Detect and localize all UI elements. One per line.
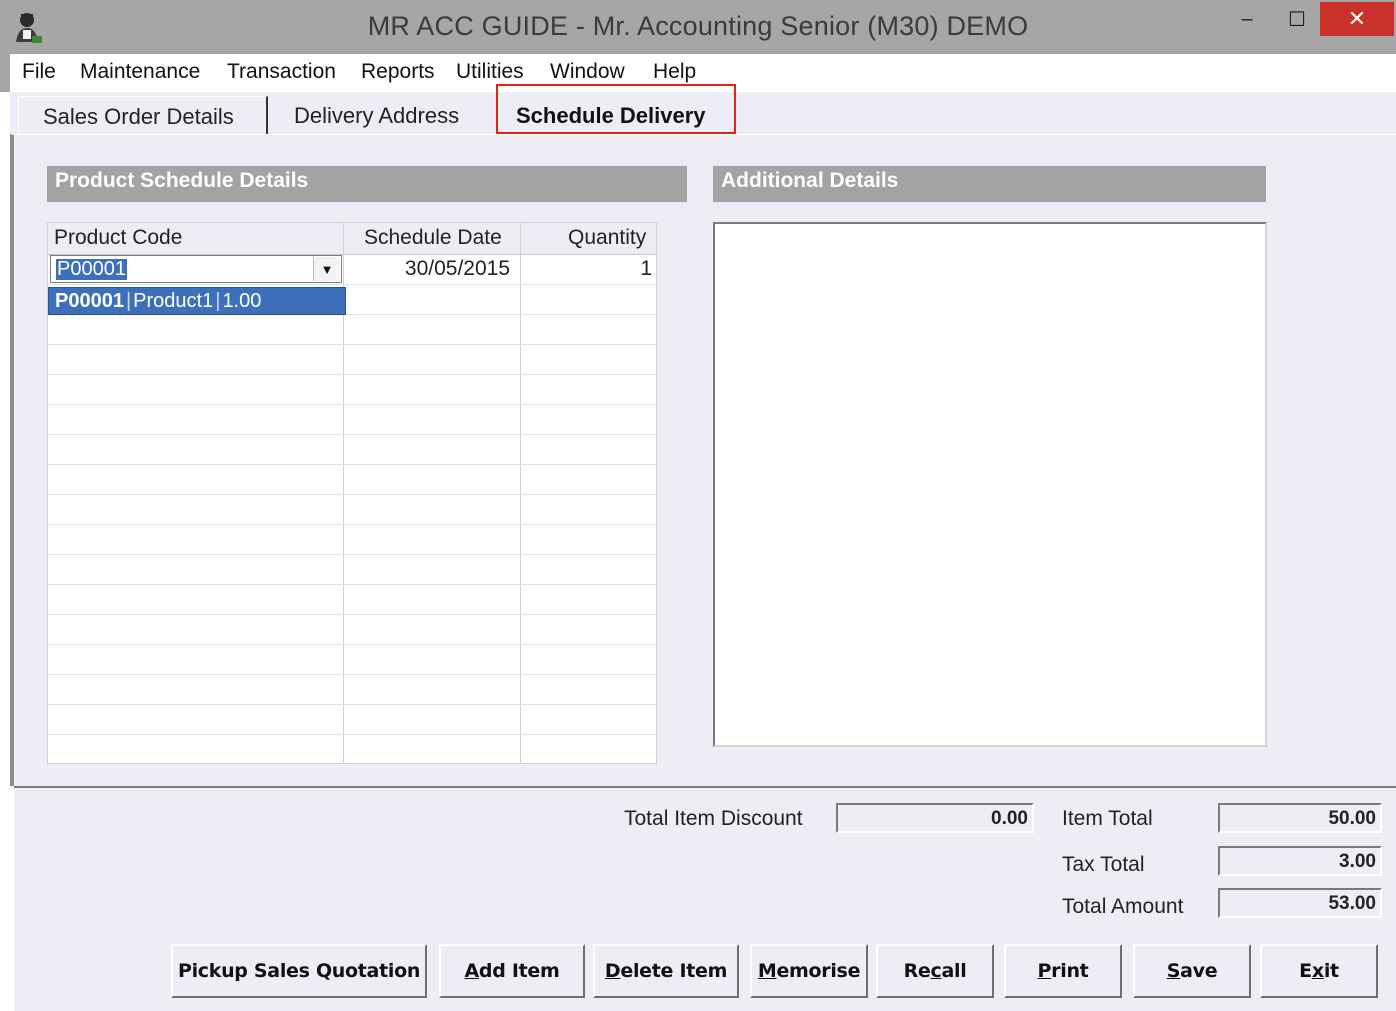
tab-delivery-address[interactable]: Delivery Address: [268, 96, 498, 136]
button-label-part: E: [1299, 960, 1312, 982]
row-divider: [48, 464, 656, 465]
column-divider: [520, 223, 521, 763]
maximize-button[interactable]: ☐: [1272, 2, 1322, 36]
print-button[interactable]: Print: [1004, 944, 1122, 998]
option-product-name: Product1: [133, 290, 214, 312]
tab-sales-order-details[interactable]: Sales Order Details: [18, 96, 268, 136]
button-label-part: emorise: [776, 960, 861, 982]
option-product-code: P00001: [55, 290, 124, 312]
item-total-label: Item Total: [1062, 807, 1153, 830]
save-button[interactable]: Save: [1133, 944, 1251, 998]
product-schedule-grid[interactable]: Product Code Schedule Date Quantity P000…: [47, 222, 657, 764]
product-code-combobox[interactable]: P00001 ▼: [50, 255, 342, 283]
row-divider: [48, 674, 656, 675]
recall-button[interactable]: Re c all: [876, 944, 994, 998]
row-divider: [48, 404, 656, 405]
row-divider: [48, 614, 656, 615]
row-divider: [48, 494, 656, 495]
item-total-field: 50.00: [1218, 803, 1382, 833]
menu-reports[interactable]: Reports: [361, 60, 435, 84]
row-divider: [48, 734, 656, 735]
button-mnemonic: P: [1037, 960, 1052, 982]
button-label-part: elete Item: [620, 960, 728, 982]
option-separator: |: [125, 290, 132, 312]
row-divider: [48, 584, 656, 585]
menu-maintenance[interactable]: Maintenance: [80, 60, 200, 84]
button-mnemonic: x: [1311, 960, 1324, 982]
button-label-part: it: [1323, 960, 1339, 982]
total-item-discount-field: 0.00: [836, 803, 1034, 833]
quantity-cell[interactable]: 1: [570, 257, 652, 281]
total-amount-field: 53.00: [1218, 888, 1382, 918]
button-label-part: Re: [903, 960, 931, 982]
button-mnemonic: M: [757, 960, 777, 982]
row-divider: [48, 644, 656, 645]
tab-highlight-box: [496, 84, 736, 134]
add-item-button[interactable]: Add Item: [439, 944, 585, 998]
pickup-sales-quotation-button[interactable]: Pickup Sales Quotation: [171, 944, 427, 998]
button-mnemonic: A: [464, 960, 480, 982]
additional-details-header: Additional Details: [713, 166, 1266, 202]
grid-header: Product Code Schedule Date Quantity: [48, 223, 656, 255]
window-title: MR ACC GUIDE - Mr. Accounting Senior (M3…: [367, 11, 1029, 41]
additional-details-textarea[interactable]: [713, 222, 1267, 747]
tax-total-field: 3.00: [1218, 846, 1382, 876]
button-mnemonic: S: [1166, 960, 1181, 982]
total-item-discount-label: Total Item Discount: [624, 807, 803, 830]
memorise-button[interactable]: Memorise: [750, 944, 868, 998]
row-divider: [48, 554, 656, 555]
product-schedule-header: Product Schedule Details: [47, 166, 687, 202]
column-header-quantity[interactable]: Quantity: [568, 226, 646, 250]
tax-total-label: Tax Total: [1062, 853, 1145, 876]
delete-item-button[interactable]: Delete Item: [593, 944, 739, 998]
chevron-down-icon[interactable]: ▼: [313, 257, 340, 281]
row-divider: [48, 524, 656, 525]
total-amount-label: Total Amount: [1062, 895, 1184, 918]
row-divider: [48, 344, 656, 345]
product-dropdown-option[interactable]: P00001 | Product1 | 1.00: [48, 287, 346, 315]
button-mnemonic: c: [930, 960, 942, 982]
schedule-date-cell[interactable]: 30/05/2015: [390, 257, 510, 281]
menu-help[interactable]: Help: [653, 60, 696, 84]
button-label-part: rint: [1051, 960, 1089, 982]
button-label-part: dd Item: [478, 960, 560, 982]
column-header-schedule-date[interactable]: Schedule Date: [364, 226, 502, 250]
product-code-value[interactable]: P00001: [56, 259, 127, 280]
button-label-part: all: [941, 960, 967, 982]
menu-transaction[interactable]: Transaction: [227, 60, 336, 84]
title-bar: MR ACC GUIDE - Mr. Accounting Senior (M3…: [0, 0, 1396, 54]
exit-button[interactable]: Ex it: [1260, 944, 1378, 998]
button-mnemonic: D: [604, 960, 621, 982]
row-divider: [48, 374, 656, 375]
menu-window[interactable]: Window: [550, 60, 625, 84]
minimize-button[interactable]: –: [1222, 2, 1272, 36]
option-product-price: 1.00: [222, 290, 262, 312]
menu-file[interactable]: File: [22, 60, 56, 84]
row-divider: [48, 704, 656, 705]
close-button[interactable]: ✕: [1320, 2, 1394, 36]
column-header-product-code[interactable]: Product Code: [54, 226, 182, 250]
row-divider: [48, 434, 656, 435]
button-label-part: ave: [1180, 960, 1218, 982]
menu-utilities[interactable]: Utilities: [456, 60, 524, 84]
row-divider: [48, 284, 656, 285]
